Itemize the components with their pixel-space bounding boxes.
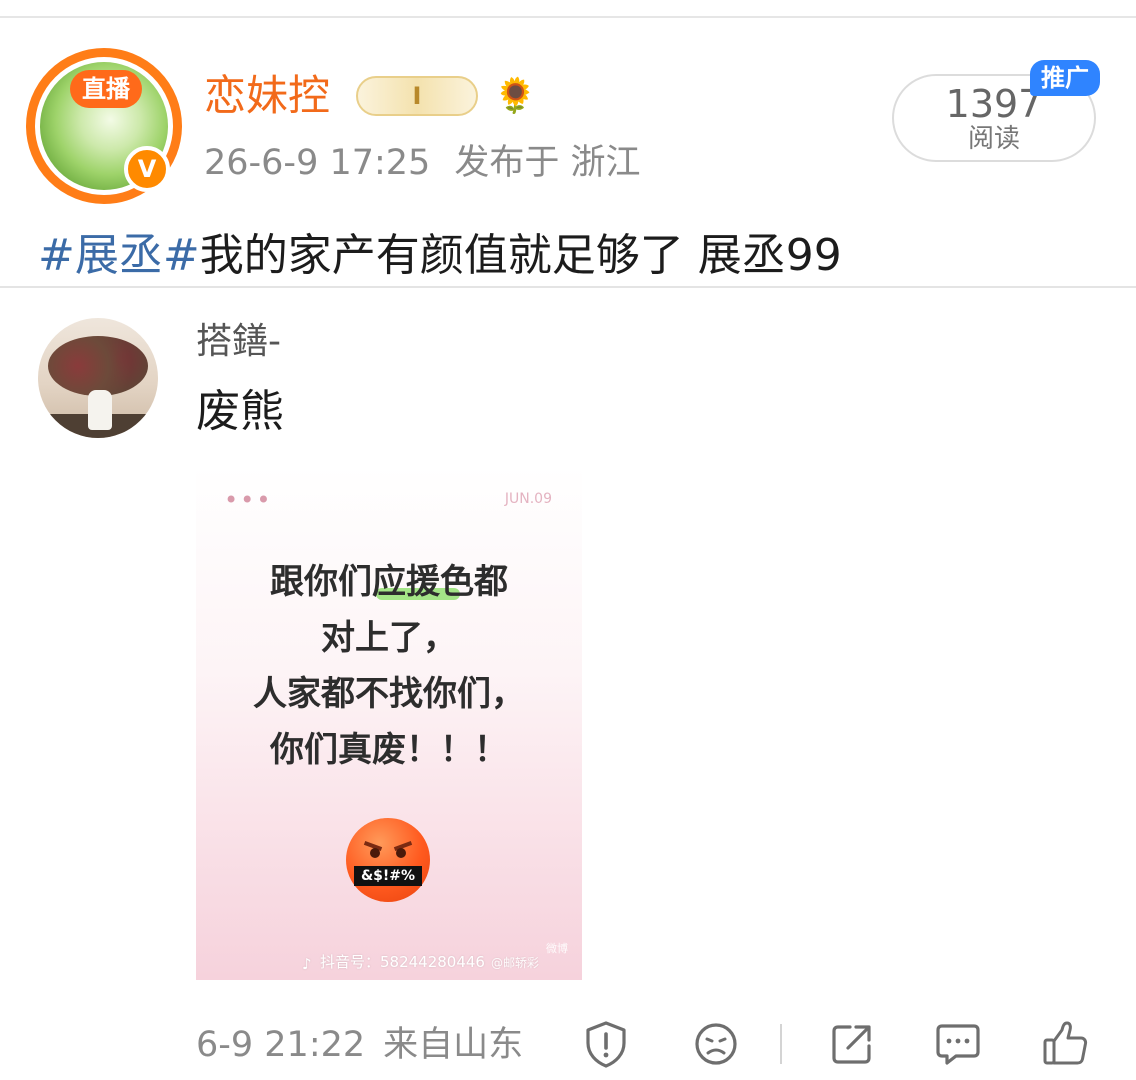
emoji-eye bbox=[370, 848, 380, 858]
watermark-signature: @邮轿彩 bbox=[490, 956, 539, 970]
sunflower-icon[interactable]: 🌻 bbox=[494, 74, 536, 118]
verified-badge: V bbox=[124, 146, 170, 192]
vip-level-badge[interactable]: I bbox=[356, 76, 478, 116]
image-caption: 跟你们应援色都 对上了， 人家都不找你们， 你们真废！！！ bbox=[196, 554, 582, 778]
caption-line: 你们真废！！！ bbox=[270, 730, 508, 770]
promoted-badge: 推广 bbox=[1030, 60, 1100, 96]
comment-icon[interactable] bbox=[932, 1018, 984, 1070]
comment-location: 来自山东 bbox=[383, 1025, 524, 1065]
image-dots: ••• bbox=[224, 486, 273, 514]
image-weibo-mark: 微博 bbox=[546, 942, 568, 955]
comment-image[interactable]: ••• JUN.09 跟你们应援色都 对上了， 人家都不找你们， 你们真废！！！… bbox=[196, 466, 582, 980]
comment-timestamp: 6-9 21:22 bbox=[196, 1025, 366, 1065]
author-username[interactable]: 恋妹控 bbox=[204, 70, 330, 122]
cursing-face-icon: &$!#% bbox=[346, 818, 430, 902]
image-watermark: ♪ 抖音号：58244280446 @邮轿彩 bbox=[302, 952, 539, 973]
comment-meta: 6-9 21:22 来自山东 bbox=[196, 1022, 523, 1068]
caption-line: 对上了， bbox=[321, 618, 457, 658]
watermark-text: 抖音号：58244280446 bbox=[320, 953, 485, 971]
avatar-bouquet-shape bbox=[48, 336, 148, 396]
actions-separator bbox=[780, 1024, 782, 1064]
author-avatar[interactable]: 直播 V bbox=[18, 40, 190, 212]
read-label: 阅读 bbox=[967, 124, 1020, 154]
live-badge: 直播 bbox=[70, 70, 142, 108]
hashtag-link[interactable]: #展丞# bbox=[38, 230, 200, 281]
section-divider bbox=[0, 286, 1136, 288]
like-icon[interactable] bbox=[1040, 1018, 1092, 1070]
post-timestamp: 26-6-9 17:25 bbox=[204, 143, 431, 183]
report-icon[interactable] bbox=[580, 1018, 632, 1070]
commenter-avatar[interactable] bbox=[38, 318, 158, 438]
avatar-vase-shape bbox=[88, 390, 112, 430]
sad-face-icon[interactable] bbox=[690, 1018, 742, 1070]
tiktok-icon: ♪ bbox=[302, 955, 312, 973]
post-location: 发布于 浙江 bbox=[454, 143, 641, 183]
post-body: #展丞#我的家产有颜值就足够了 展丞99 bbox=[38, 228, 842, 284]
top-divider bbox=[0, 16, 1136, 18]
image-date: JUN.09 bbox=[504, 491, 552, 507]
post-text: 我的家产有颜值就足够了 展丞99 bbox=[199, 230, 842, 281]
commenter-username[interactable]: 搭鐥- bbox=[196, 318, 281, 366]
share-icon[interactable] bbox=[826, 1018, 878, 1070]
caption-line: 人家都不找你们， bbox=[253, 674, 525, 714]
comment-text: 废熊 bbox=[196, 386, 284, 437]
emoji-censor-bar: &$!#% bbox=[354, 866, 422, 886]
caption-line: 跟你们应援色都 bbox=[270, 562, 508, 602]
post-meta: 26-6-9 17:25 发布于 浙江 bbox=[204, 140, 640, 186]
emoji-eye bbox=[396, 848, 406, 858]
